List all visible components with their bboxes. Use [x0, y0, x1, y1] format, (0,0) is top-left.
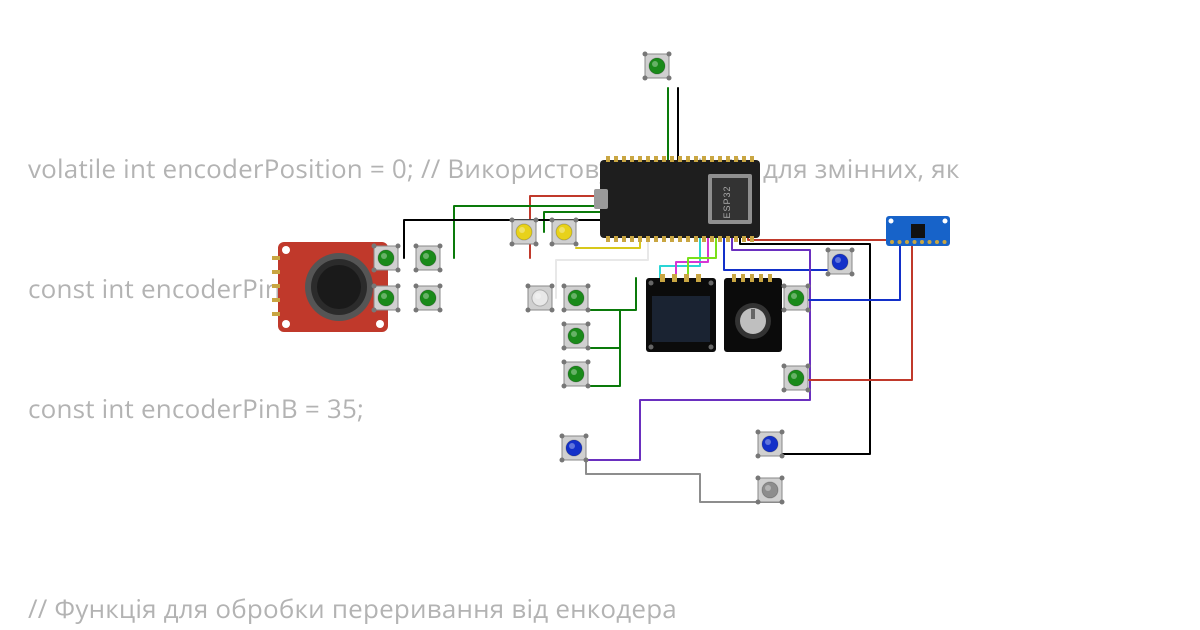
btn-mid-g1[interactable]	[562, 284, 591, 313]
btn-right-blue-1[interactable]	[826, 248, 855, 277]
w-mid-g-link2[interactable]	[588, 310, 620, 348]
btn-bottom-blue-l[interactable]	[560, 434, 589, 463]
btn-right-g1[interactable]	[782, 284, 811, 313]
circuit-canvas[interactable]: ESP32	[0, 0, 1200, 630]
w-imu-red[interactable]	[808, 244, 912, 380]
imu-module[interactable]	[886, 216, 950, 246]
btn-bottom-blue-r[interactable]	[756, 430, 785, 459]
btn-yellow-left[interactable]	[510, 218, 539, 247]
btn-mid-g3[interactable]	[562, 360, 591, 389]
btn-grp-r-bot[interactable]	[414, 284, 443, 313]
btn-grp-l-bot[interactable]	[372, 284, 401, 313]
rotary-encoder[interactable]	[724, 274, 782, 352]
svg-text:ESP32: ESP32	[722, 185, 732, 218]
btn-mid-g2[interactable]	[562, 322, 591, 351]
joystick-module[interactable]	[272, 242, 388, 332]
esp32-board[interactable]: ESP32	[594, 156, 760, 242]
btn-grp-r-top[interactable]	[414, 244, 443, 273]
btn-grp-l-top[interactable]	[372, 244, 401, 273]
w-esp-red-r[interactable]	[748, 230, 896, 240]
oled-display[interactable]	[646, 274, 716, 352]
w-btn-grey[interactable]	[586, 460, 782, 502]
btn-top-green[interactable]	[643, 52, 672, 81]
btn-yellow-right[interactable]	[550, 218, 579, 247]
btn-bottom-grey[interactable]	[756, 476, 785, 505]
components-layer: ESP32	[272, 52, 950, 505]
btn-mid-white[interactable]	[526, 284, 555, 313]
btn-right-g2[interactable]	[782, 364, 811, 393]
w-mid-g-link1[interactable]	[588, 278, 636, 310]
w-mid-g-link3[interactable]	[588, 348, 620, 386]
w-imu-blue[interactable]	[808, 244, 900, 300]
canvas: volatile int encoderPosition = 0; // Вик…	[0, 0, 1200, 630]
